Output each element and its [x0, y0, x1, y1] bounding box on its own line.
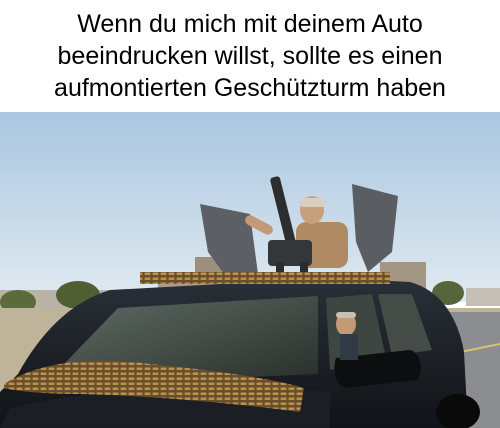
roof-bullets: [140, 272, 390, 284]
photo-suv-with-turret: [0, 112, 500, 428]
caption-line-3: aufmontierten Geschützturm haben: [54, 74, 446, 102]
caption-text: Wenn du mich mit deinem Auto beeindrucke…: [0, 0, 500, 112]
caption-line-1: Wenn du mich mit deinem Auto: [77, 10, 423, 38]
caption-line-2: beeindrucken willst, sollte es einen: [57, 42, 443, 70]
meme: Wenn du mich mit deinem Auto beeindrucke…: [0, 0, 500, 428]
